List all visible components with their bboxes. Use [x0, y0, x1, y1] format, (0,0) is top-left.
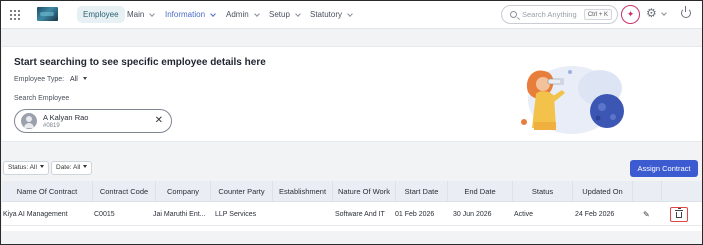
- chevron-down-icon: [253, 10, 260, 17]
- cell-nature-of-work: Software And IT: [335, 211, 385, 218]
- cell-counter-party: LLP Services: [215, 211, 257, 218]
- power-icon[interactable]: [681, 6, 691, 18]
- employee-name: A Kalyan Rao: [43, 113, 89, 122]
- cell-establishment: [277, 203, 333, 226]
- employee-code: #0819: [43, 123, 60, 129]
- column-header[interactable]: Start Date: [396, 181, 448, 202]
- column-header[interactable]: Nature Of Work: [333, 181, 396, 202]
- chevron-down-icon: [295, 10, 301, 17]
- table-header: Name Of Contract Contract Code Company C…: [2, 181, 702, 202]
- ai-sparkle-icon[interactable]: ✦: [621, 5, 640, 24]
- search-icon: [510, 11, 517, 18]
- page-title: Start searching to see specific employee…: [14, 57, 266, 68]
- nav-information-label: Information: [165, 10, 206, 19]
- chevron-down-icon[interactable]: [661, 10, 667, 16]
- nav-employee[interactable]: Employee: [77, 6, 125, 23]
- nav-setup-label: Setup: [269, 10, 290, 19]
- nav-setup[interactable]: Setup: [269, 6, 301, 23]
- cell-contract-name: Kiya AI Management: [3, 211, 68, 218]
- global-search-input[interactable]: Search Anything Ctrl + K: [501, 5, 618, 24]
- date-filter-dropdown[interactable]: Date: All: [51, 161, 93, 175]
- app-window: Employee Main Information Admin Setup St…: [0, 0, 703, 245]
- column-header[interactable]: Name Of Contract: [2, 181, 93, 202]
- cell-company: Jai Maruthi Ent...: [153, 211, 206, 218]
- search-shortcut-badge: Ctrl + K: [583, 9, 612, 20]
- cell-updated-on: 24 Feb 2026: [575, 211, 615, 218]
- column-header[interactable]: Updated On: [573, 181, 633, 202]
- avatar: [21, 113, 37, 129]
- contracts-table: Name Of Contract Contract Code Company C…: [2, 181, 702, 231]
- nav-employee-label: Employee: [83, 10, 119, 19]
- column-header[interactable]: Counter Party: [211, 181, 273, 202]
- chevron-down-icon: [210, 10, 216, 17]
- nav-main[interactable]: Main: [127, 6, 156, 23]
- search-employee-label: Search Employee: [14, 95, 70, 102]
- caret-down-icon: [39, 165, 44, 168]
- employee-type-label: Employee Type:: [14, 76, 65, 83]
- employee-type-filter[interactable]: Employee Type: All: [14, 76, 87, 83]
- assign-contract-button[interactable]: Assign Contract: [630, 160, 698, 177]
- apps-grid-icon[interactable]: [10, 10, 20, 20]
- column-header[interactable]: Contract Code: [93, 181, 156, 202]
- employee-search-card: Start searching to see specific employee…: [2, 46, 702, 142]
- search-illustration: [521, 66, 624, 134]
- status-filter-dropdown[interactable]: Status: All: [3, 161, 49, 175]
- gear-icon[interactable]: ⚙: [646, 7, 659, 20]
- delete-button[interactable]: [670, 207, 688, 222]
- cell-start-date: 01 Feb 2026: [395, 211, 435, 218]
- column-header[interactable]: Establishment: [273, 181, 333, 202]
- nav-statutory[interactable]: Statutory: [310, 6, 353, 23]
- chevron-down-icon: [347, 10, 353, 17]
- caret-down-icon: [83, 165, 88, 168]
- status-filter-label: Status: All: [8, 164, 37, 171]
- column-header: [633, 181, 662, 202]
- column-header[interactable]: Company: [156, 181, 211, 202]
- caret-down-icon: [82, 77, 87, 80]
- column-header[interactable]: End Date: [448, 181, 513, 202]
- chevron-down-icon: [149, 10, 156, 17]
- nav-admin-label: Admin: [226, 10, 249, 19]
- search-placeholder: Search Anything: [522, 10, 577, 19]
- column-header: [662, 181, 702, 202]
- cell-status: Active: [514, 211, 534, 218]
- nav-information[interactable]: Information: [165, 6, 216, 23]
- column-header[interactable]: Status: [513, 181, 573, 202]
- close-icon[interactable]: ✕: [155, 115, 163, 127]
- nav-admin[interactable]: Admin: [226, 6, 260, 23]
- company-logo[interactable]: [37, 7, 58, 21]
- date-filter-label: Date: All: [56, 164, 81, 171]
- table-row[interactable]: Kiya AI Management C0015 Jai Maruthi Ent…: [2, 203, 702, 226]
- cell-end-date: 30 Jun 2026: [453, 211, 492, 218]
- selected-employee-field[interactable]: A Kalyan Rao #0819 ✕: [14, 109, 172, 133]
- nav-main-label: Main: [127, 10, 145, 19]
- top-navigation-bar: Employee Main Information Admin Setup St…: [1, 1, 702, 29]
- employee-type-value: All: [70, 76, 78, 83]
- edit-icon[interactable]: ✎: [643, 211, 650, 219]
- cell-contract-code: C0015: [94, 211, 115, 218]
- trash-icon: [675, 208, 683, 218]
- nav-statutory-label: Statutory: [310, 10, 343, 19]
